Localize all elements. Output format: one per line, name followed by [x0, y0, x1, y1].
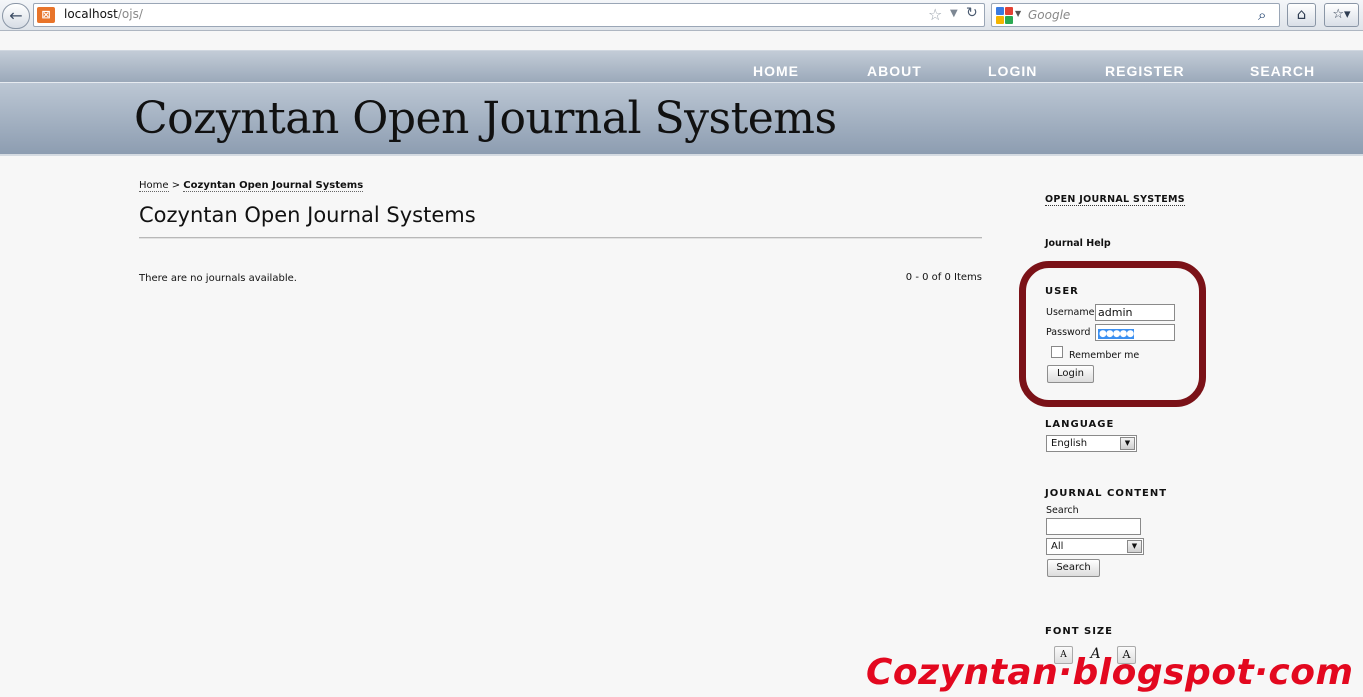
browser-search-box[interactable]: ▼ Google ⌕: [991, 3, 1280, 27]
username-label: Username: [1046, 307, 1095, 318]
history-dropdown-icon[interactable]: ▼: [950, 8, 958, 19]
bookmarks-button[interactable]: ☆▾: [1324, 3, 1359, 27]
language-select[interactable]: English ▼: [1046, 435, 1137, 452]
top-navigation: HOME ABOUT LOGIN REGISTER SEARCH: [0, 50, 1363, 82]
google-icon[interactable]: [996, 7, 1013, 24]
browser-toolbar: ← ⊠ localhost/ojs/ ☆ ▼ ↻ ▼ Google ⌕ ⌂ ☆▾: [0, 0, 1363, 31]
no-journals-message: There are no journals available.: [139, 273, 297, 284]
chevron-down-icon[interactable]: ▼: [1120, 437, 1135, 450]
address-bar[interactable]: ⊠ localhost/ojs/ ☆ ▼ ↻: [33, 3, 985, 27]
language-selected: English: [1051, 438, 1088, 449]
password-label: Password: [1046, 327, 1091, 338]
password-masked-value: ●●●●●: [1098, 329, 1134, 339]
chevron-down-icon[interactable]: ▼: [1015, 9, 1021, 18]
content-search-label: Search: [1046, 505, 1079, 516]
search-placeholder: Google: [1028, 8, 1071, 22]
language-block-title: LANGUAGE: [1045, 419, 1115, 430]
journal-help-link[interactable]: Journal Help: [1045, 238, 1111, 249]
journal-content-block-title: JOURNAL CONTENT: [1045, 488, 1168, 499]
nav-register[interactable]: REGISTER: [1105, 63, 1185, 79]
content-search-button[interactable]: Search: [1047, 559, 1100, 577]
main-content: Home > Cozyntan Open Journal Systems Coz…: [139, 180, 982, 284]
nav-home[interactable]: HOME: [753, 63, 799, 79]
search-scope-select[interactable]: All ▼: [1046, 538, 1144, 555]
font-size-block-title: FONT SIZE: [1045, 626, 1114, 637]
bookmark-star-icon[interactable]: ☆: [928, 5, 942, 24]
breadcrumb-current-link[interactable]: Cozyntan Open Journal Systems: [183, 180, 364, 192]
user-block-title: USER: [1045, 286, 1079, 297]
url-host: localhost: [64, 7, 118, 21]
password-input[interactable]: ●●●●●: [1095, 324, 1175, 341]
search-icon[interactable]: ⌕: [1258, 6, 1266, 24]
remember-me-label: Remember me: [1069, 350, 1140, 361]
site-title: Cozyntan Open Journal Systems: [134, 93, 837, 144]
nav-about[interactable]: ABOUT: [867, 63, 922, 79]
nav-login[interactable]: LOGIN: [988, 63, 1037, 79]
url-text: localhost/ojs/: [64, 7, 143, 21]
breadcrumb-separator: >: [171, 180, 181, 191]
remember-me-checkbox[interactable]: [1051, 346, 1063, 358]
site-favicon-icon: ⊠: [37, 7, 55, 23]
back-button[interactable]: ←: [2, 3, 30, 29]
watermark-text: Cozyntan·blogspot·com: [866, 652, 1354, 693]
breadcrumb: Home > Cozyntan Open Journal Systems: [139, 180, 982, 192]
header-banner: Cozyntan Open Journal Systems: [0, 82, 1363, 156]
home-button[interactable]: ⌂: [1287, 3, 1316, 27]
content-search-input[interactable]: [1046, 518, 1141, 535]
chevron-down-icon[interactable]: ▼: [1127, 540, 1142, 553]
search-scope-selected: All: [1051, 541, 1064, 552]
title-divider: [139, 237, 982, 239]
page-title: Cozyntan Open Journal Systems: [139, 203, 476, 227]
login-button[interactable]: Login: [1047, 365, 1094, 383]
nav-search[interactable]: SEARCH: [1250, 63, 1315, 79]
reload-icon[interactable]: ↻: [966, 5, 978, 21]
username-input[interactable]: admin: [1095, 304, 1175, 321]
ojs-link[interactable]: OPEN JOURNAL SYSTEMS: [1045, 194, 1185, 206]
breadcrumb-home-link[interactable]: Home: [139, 180, 169, 192]
url-path: /ojs/: [117, 7, 143, 21]
item-count: 0 - 0 of 0 Items: [905, 272, 982, 283]
